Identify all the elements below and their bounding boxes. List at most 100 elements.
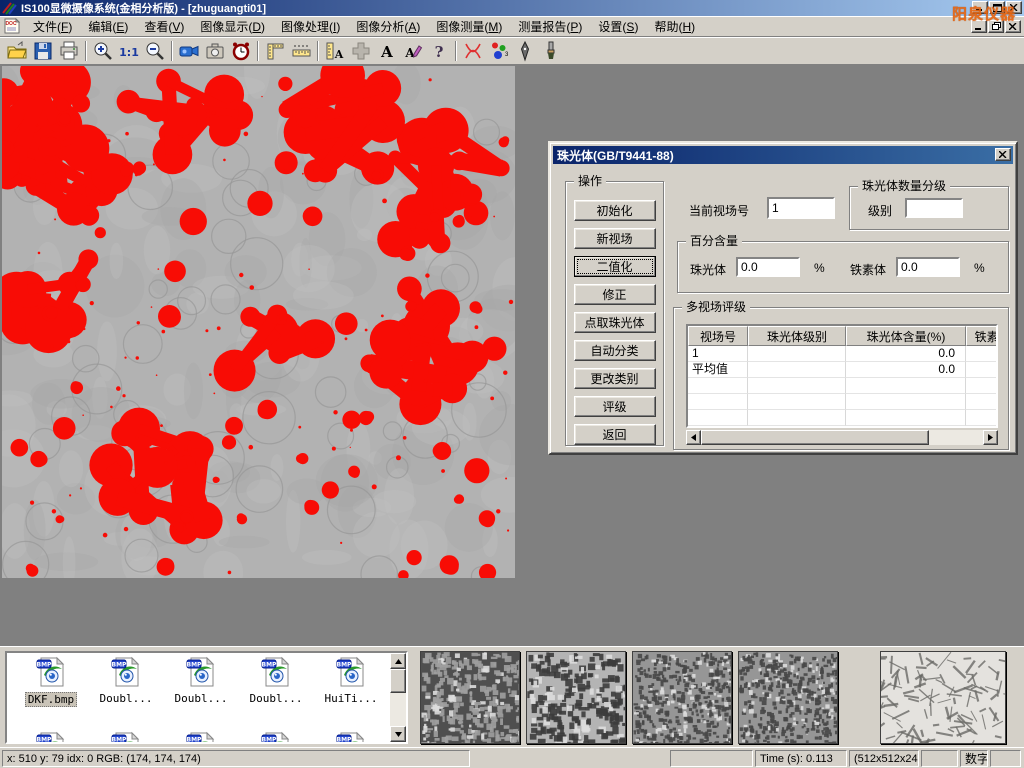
close-button[interactable]	[1006, 1, 1022, 14]
table-row[interactable]	[688, 394, 996, 410]
grading-legend: 珠光体数量分级	[858, 179, 950, 193]
rating-table[interactable]: 视场号珠光体级别珠光体含量(%)铁素体含量(%)10.0平均值0.0	[686, 324, 998, 428]
measure-text-button[interactable]: A	[322, 39, 348, 63]
table-row[interactable]	[688, 410, 996, 426]
thumbnail-5[interactable]	[880, 651, 1006, 744]
menu-item-5[interactable]: 图像处理(I)	[273, 16, 348, 37]
brush-tool-button[interactable]	[538, 39, 564, 63]
current-field-input[interactable]	[767, 197, 835, 219]
menu-item-8[interactable]: 测量报告(P)	[510, 16, 590, 37]
operations-group: 操作 初始化新视场二值化修正点取珠光体自动分类更改类别评级返回	[565, 181, 664, 446]
op-button-自动分类[interactable]: 自动分类	[574, 340, 656, 361]
scroll-down-button[interactable]	[390, 726, 406, 742]
menu-item-2[interactable]: 编辑(E)	[80, 16, 136, 37]
op-button-新视场[interactable]: 新视场	[574, 228, 656, 249]
scroll-up-button[interactable]	[390, 653, 406, 669]
table-cell	[966, 362, 998, 378]
dialog-title-bar[interactable]: 珠光体(GB/T9441-88)	[553, 146, 1013, 164]
zoom-out-button[interactable]	[142, 39, 168, 63]
mdi-minimize-button[interactable]	[971, 20, 987, 33]
grading-input[interactable]	[905, 198, 963, 218]
curve-tool-button[interactable]	[460, 39, 486, 63]
table-cell	[846, 378, 966, 394]
scroll-left-button[interactable]	[686, 430, 701, 445]
op-button-初始化[interactable]: 初始化	[574, 200, 656, 221]
file-item[interactable]: BMPDoubl...	[240, 656, 312, 705]
file-item-partial[interactable]: BMP	[90, 731, 162, 744]
caliper-button[interactable]	[262, 39, 288, 63]
file-name[interactable]: Doubl...	[173, 692, 230, 705]
file-item[interactable]: BMPDoubl...	[90, 656, 162, 705]
mdi-close-button[interactable]	[1005, 20, 1021, 33]
menu-item-3[interactable]: 查看(V)	[136, 16, 192, 37]
file-item-partial[interactable]: BMP	[165, 731, 237, 744]
menu-item-4[interactable]: 图像显示(D)	[192, 16, 273, 37]
table-header[interactable]: 视场号	[688, 326, 748, 346]
file-name[interactable]: Doubl...	[98, 692, 155, 705]
table-row[interactable]	[688, 378, 996, 394]
thumbnail-1[interactable]	[420, 651, 520, 744]
maximize-button[interactable]	[989, 1, 1005, 14]
menu-item-1[interactable]: 文件(F)	[25, 16, 80, 37]
pattern-cross-button[interactable]	[348, 39, 374, 63]
table-cell	[748, 378, 846, 394]
file-list[interactable]: BMPDKF.bmpBMPBMPDoubl...BMPBMPDoubl...BM…	[5, 651, 408, 744]
menu-item-7[interactable]: 图像测量(M)	[428, 16, 510, 37]
vscroll-thumb[interactable]	[390, 669, 406, 693]
video-camera-button[interactable]	[176, 39, 202, 63]
micrograph-image[interactable]	[2, 66, 515, 578]
ferrite-input[interactable]	[896, 257, 960, 277]
timer-button[interactable]	[228, 39, 254, 63]
pearlite-input[interactable]	[736, 257, 800, 277]
table-header[interactable]: 铁素体含量(%)	[966, 326, 998, 346]
pen-tool-icon	[514, 40, 536, 62]
file-list-scrollbar[interactable]	[390, 653, 406, 742]
file-item-partial[interactable]: BMP	[240, 731, 312, 744]
open-folder-button[interactable]	[4, 39, 30, 63]
table-row[interactable]: 10.0	[688, 346, 996, 362]
menu-item-10[interactable]: 帮助(H)	[646, 16, 703, 37]
op-button-修正[interactable]: 修正	[574, 284, 656, 305]
table-row[interactable]: 平均值0.0	[688, 362, 996, 378]
menu-item-6[interactable]: 图像分析(A)	[348, 16, 428, 37]
op-button-点取珠光体[interactable]: 点取珠光体	[574, 312, 656, 333]
menu-item-9[interactable]: 设置(S)	[590, 16, 646, 37]
text-edit-button[interactable]: A	[400, 39, 426, 63]
table-header[interactable]: 珠光体级别	[748, 326, 846, 346]
pen-tool-button[interactable]	[512, 39, 538, 63]
dialog-close-button[interactable]	[995, 148, 1011, 161]
op-button-返回[interactable]: 返回	[574, 424, 656, 445]
op-button-评级[interactable]: 评级	[574, 396, 656, 417]
svg-text:BMP: BMP	[262, 737, 278, 744]
file-item[interactable]: BMPDKF.bmp	[15, 656, 87, 707]
hscroll-thumb[interactable]	[701, 430, 929, 445]
op-button-更改类别[interactable]: 更改类别	[574, 368, 656, 389]
thumbnail-2[interactable]	[526, 651, 626, 744]
zoom-in-button[interactable]	[90, 39, 116, 63]
file-name[interactable]: HuiTi...	[323, 692, 380, 705]
actual-size-button[interactable]: 1:1	[116, 39, 142, 63]
thumbnail-3[interactable]	[632, 651, 732, 744]
table-hscrollbar[interactable]	[686, 430, 998, 445]
file-item[interactable]: BMPDoubl...	[165, 656, 237, 705]
thumbnail-4[interactable]	[738, 651, 838, 744]
print-button[interactable]	[56, 39, 82, 63]
camera-button[interactable]	[202, 39, 228, 63]
particle-marker-button[interactable]: 3	[486, 39, 512, 63]
minimize-button[interactable]	[972, 1, 988, 14]
file-name[interactable]: Doubl...	[248, 692, 305, 705]
mdi-restore-button[interactable]	[988, 20, 1004, 33]
text-label-button[interactable]: A	[374, 39, 400, 63]
ruler-button[interactable]	[288, 39, 314, 63]
table-header[interactable]: 珠光体含量(%)	[846, 326, 966, 346]
file-item-partial[interactable]: BMP	[15, 731, 87, 744]
op-button-二值化[interactable]: 二值化	[574, 256, 656, 277]
scroll-right-button[interactable]	[983, 430, 998, 445]
file-item[interactable]: BMPHuiTi...	[315, 656, 387, 705]
save-floppy-button[interactable]	[30, 39, 56, 63]
bmp-file-icon: BMP	[35, 731, 67, 744]
file-name[interactable]: DKF.bmp	[25, 692, 77, 707]
file-item-partial[interactable]: BMP	[315, 731, 387, 744]
help-button[interactable]: ?	[426, 39, 452, 63]
thumbnail-image	[421, 652, 519, 743]
